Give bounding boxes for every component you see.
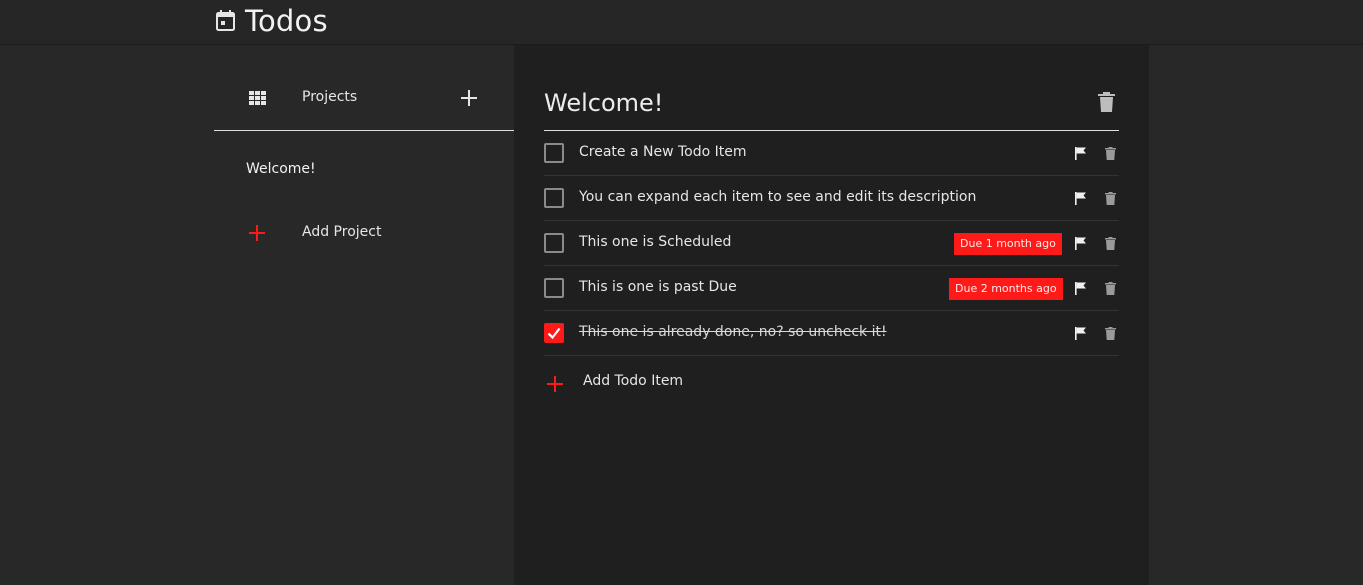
- sidebar-item-welcome[interactable]: Welcome!: [246, 161, 316, 177]
- plus-icon: [547, 376, 563, 392]
- add-todo-button[interactable]: Add Todo Item: [546, 372, 796, 396]
- calendar-icon: [216, 10, 235, 31]
- todo-text: This one is Scheduled: [579, 234, 732, 250]
- todo-row[interactable]: This is one is past Due Due 2 months ago: [544, 266, 1119, 311]
- todo-checkbox[interactable]: [544, 323, 564, 343]
- todo-row[interactable]: This one is already done, no? so uncheck…: [544, 311, 1119, 356]
- project-panel: Welcome! Create a New Todo Item You can …: [514, 45, 1149, 585]
- add-project-plus-icon[interactable]: [459, 88, 479, 108]
- due-badge: Due 1 month ago: [954, 233, 1062, 255]
- todo-row[interactable]: This one is Scheduled Due 1 month ago: [544, 221, 1119, 266]
- delete-project-trash-icon[interactable]: [1098, 92, 1115, 112]
- todo-text: You can expand each item to see and edit…: [579, 189, 977, 205]
- todo-text: This one is already done, no? so uncheck…: [579, 324, 887, 340]
- todo-checkbox[interactable]: [544, 278, 564, 298]
- todo-checkbox[interactable]: [544, 233, 564, 253]
- plus-icon: [249, 225, 265, 241]
- todo-text: Create a New Todo Item: [579, 144, 747, 160]
- todo-text: This is one is past Due: [579, 279, 737, 295]
- trash-icon[interactable]: [1105, 282, 1116, 295]
- projects-header: Projects: [214, 45, 514, 131]
- checkmark-icon: [547, 327, 561, 340]
- flag-icon[interactable]: [1075, 282, 1087, 295]
- trash-icon[interactable]: [1105, 192, 1116, 205]
- sidebar: Projects Welcome! Add Project: [214, 45, 514, 585]
- flag-icon[interactable]: [1075, 237, 1087, 250]
- add-project-label: Add Project: [302, 224, 382, 240]
- flag-icon[interactable]: [1075, 147, 1087, 160]
- todo-row[interactable]: You can expand each item to see and edit…: [544, 176, 1119, 221]
- grid-icon: [249, 91, 266, 105]
- trash-icon[interactable]: [1105, 237, 1116, 250]
- trash-icon[interactable]: [1105, 147, 1116, 160]
- add-project-button[interactable]: Add Project: [248, 223, 498, 245]
- todo-row[interactable]: Create a New Todo Item: [544, 131, 1119, 176]
- flag-icon[interactable]: [1075, 192, 1087, 205]
- trash-icon[interactable]: [1105, 327, 1116, 340]
- projects-label: Projects: [302, 89, 358, 105]
- add-todo-label: Add Todo Item: [583, 373, 684, 389]
- todo-checkbox[interactable]: [544, 143, 564, 163]
- flag-icon[interactable]: [1075, 327, 1087, 340]
- app-title: Todos: [245, 4, 328, 38]
- project-title: Welcome!: [544, 89, 664, 117]
- app-header: Todos: [0, 0, 1363, 45]
- todo-checkbox[interactable]: [544, 188, 564, 208]
- due-badge: Due 2 months ago: [949, 278, 1063, 300]
